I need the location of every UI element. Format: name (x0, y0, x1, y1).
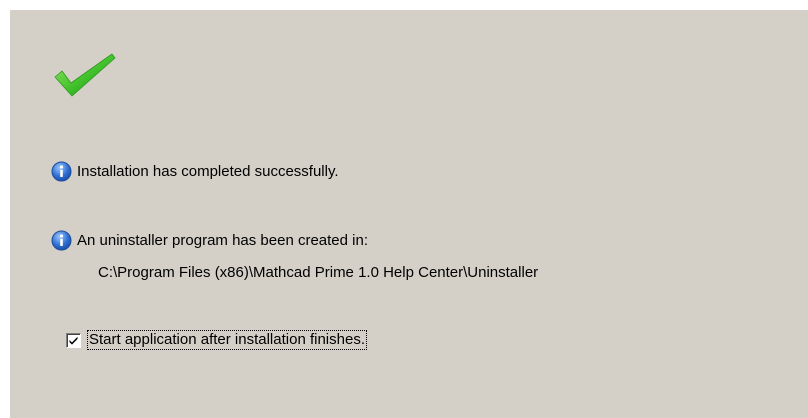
start-application-checkbox[interactable]: Start application after installation fin… (66, 330, 367, 350)
start-application-label[interactable]: Start application after installation fin… (87, 330, 367, 350)
completed-message: Installation has completed successfully. (77, 163, 339, 180)
uninstaller-message: An uninstaller program has been created … (77, 232, 369, 249)
installation-complete-panel: Installation has completed successfully.… (10, 10, 808, 418)
info-icon (51, 230, 72, 251)
checkmark-icon (69, 336, 78, 345)
info-icon (51, 161, 72, 182)
uninstaller-path: C:\Program Files (x86)\Mathcad Prime 1.0… (98, 264, 539, 281)
message-row-completed: Installation has completed successfully. (51, 161, 339, 182)
checkbox-box[interactable] (66, 332, 81, 348)
message-row-uninstaller: An uninstaller program has been created … (51, 230, 368, 251)
success-checkmark-icon (54, 53, 116, 97)
